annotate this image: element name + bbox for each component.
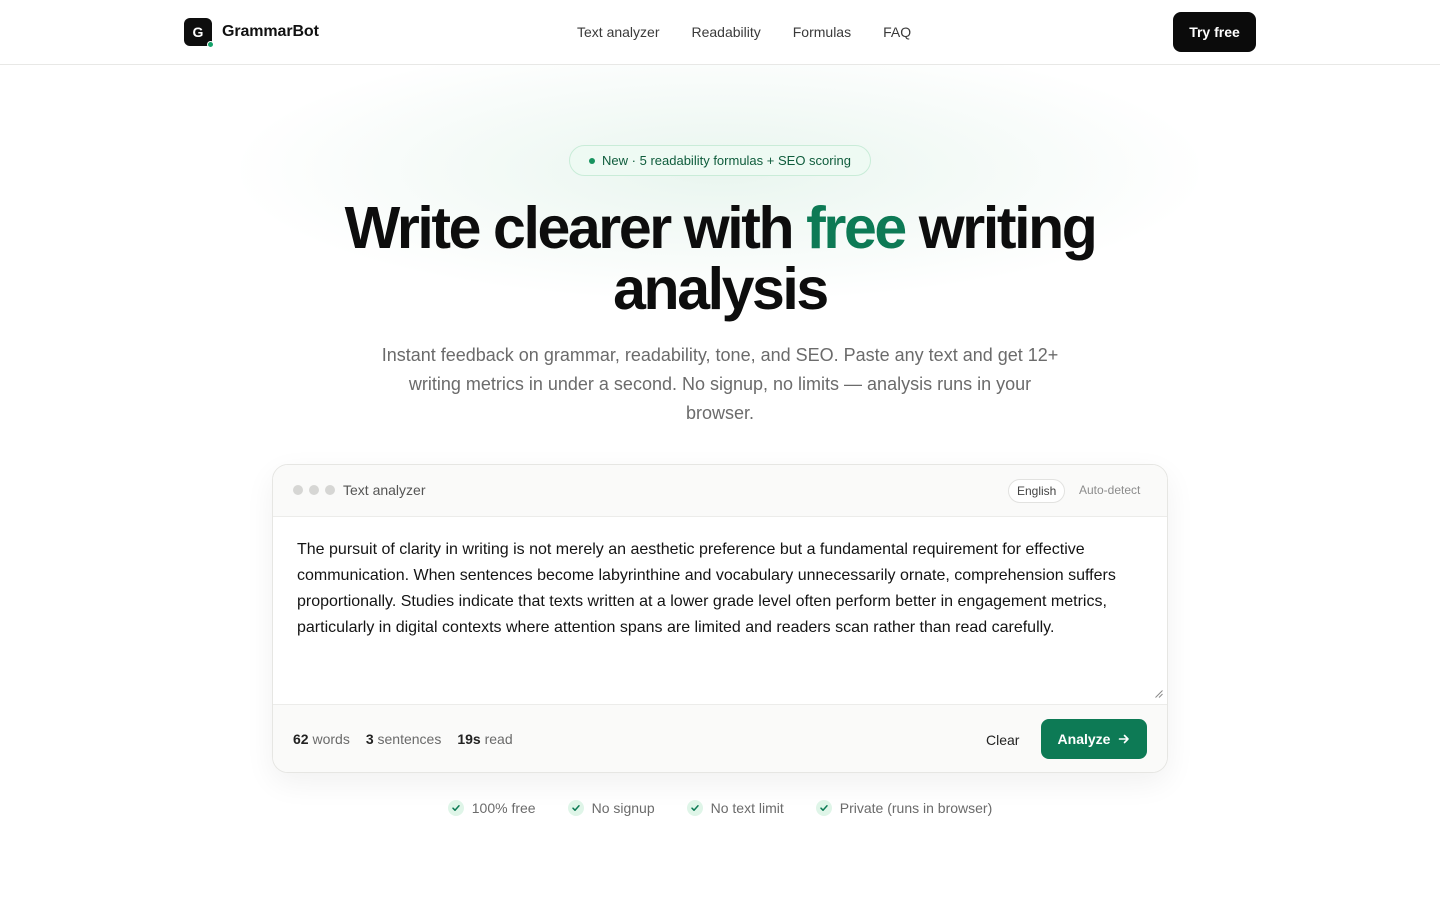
feature-label: No signup bbox=[591, 800, 655, 816]
text-input[interactable]: The pursuit of clarity in writing is not… bbox=[273, 517, 1167, 704]
headline-accent: free bbox=[806, 195, 907, 261]
feature-item: No text limit bbox=[686, 800, 784, 816]
feature-item: Private (runs in browser) bbox=[815, 800, 993, 816]
feature-label: 100% free bbox=[471, 800, 536, 816]
brand-name: GrammarBot bbox=[222, 23, 319, 40]
new-badge: New · 5 readability formulas + SEO scori… bbox=[569, 145, 871, 176]
logo-status-dot bbox=[207, 41, 214, 48]
analyzer-card: Text analyzer English Auto-detect The pu… bbox=[272, 464, 1168, 773]
text-stats: 62 words 3 sentences 19s read bbox=[293, 731, 513, 747]
hero-subtitle: Instant feedback on grammar, readability… bbox=[381, 345, 1059, 423]
headline-start: Write clearer with bbox=[344, 195, 807, 261]
feature-list: 100% free No signup No text limit Privat… bbox=[0, 800, 1440, 816]
feature-item: No signup bbox=[567, 800, 655, 816]
badge-dot-icon bbox=[589, 157, 596, 164]
read-time: 19s read bbox=[457, 731, 512, 747]
arrow-right-icon bbox=[1119, 734, 1130, 744]
read-time-value: 19s bbox=[457, 731, 481, 747]
page-title: Write clearer with free writing analysis bbox=[320, 198, 1120, 320]
window-dot-icon bbox=[293, 485, 303, 495]
check-icon bbox=[686, 800, 703, 816]
analyze-button[interactable]: Analyze bbox=[1041, 719, 1147, 759]
try-free-button[interactable]: Try free bbox=[1173, 12, 1256, 52]
sentence-count-value: 3 bbox=[365, 731, 374, 747]
nav-formulas[interactable]: Formulas bbox=[793, 24, 851, 40]
word-count-label: words bbox=[312, 731, 350, 747]
logo-icon: G bbox=[184, 18, 214, 48]
nav-text-analyzer[interactable]: Text analyzer bbox=[577, 24, 659, 40]
clear-button[interactable]: Clear bbox=[973, 720, 1032, 760]
nav-readability[interactable]: Readability bbox=[691, 24, 760, 40]
feature-label: Private (runs in browser) bbox=[839, 800, 993, 816]
window-dots bbox=[293, 485, 335, 495]
main-nav: Text analyzer Readability Formulas FAQ bbox=[577, 0, 911, 64]
read-time-label: read bbox=[484, 731, 513, 747]
logo-link[interactable]: G GrammarBot bbox=[184, 18, 319, 48]
resize-grip-icon[interactable] bbox=[1155, 690, 1163, 698]
check-icon bbox=[815, 800, 832, 816]
logo-letter: G bbox=[192, 24, 204, 40]
site-header: G GrammarBot Text analyzer Readability F… bbox=[0, 0, 1440, 65]
word-count-value: 62 bbox=[293, 731, 309, 747]
window-dot-icon bbox=[325, 485, 335, 495]
word-count: 62 words bbox=[293, 731, 350, 747]
feature-item: 100% free bbox=[447, 800, 536, 816]
check-icon bbox=[447, 800, 464, 816]
analyzer-toolbar: Text analyzer English Auto-detect bbox=[273, 465, 1167, 517]
window-dot-icon bbox=[309, 485, 319, 495]
check-icon bbox=[567, 800, 584, 816]
sentence-count-label: sentences bbox=[377, 731, 442, 747]
feature-label: No text limit bbox=[710, 800, 784, 816]
language-selector[interactable]: English bbox=[1008, 479, 1066, 503]
analyze-button-label: Analyze bbox=[1057, 731, 1111, 747]
badge-text: New · 5 readability formulas + SEO scori… bbox=[602, 153, 851, 168]
auto-detect-toggle[interactable]: Auto-detect bbox=[1079, 483, 1140, 497]
sentence-count: 3 sentences bbox=[366, 731, 442, 747]
analyzer-footer: 62 words 3 sentences 19s read Clear Anal… bbox=[273, 704, 1167, 772]
nav-faq[interactable]: FAQ bbox=[883, 24, 911, 40]
analyzer-title: Text analyzer bbox=[343, 482, 426, 498]
